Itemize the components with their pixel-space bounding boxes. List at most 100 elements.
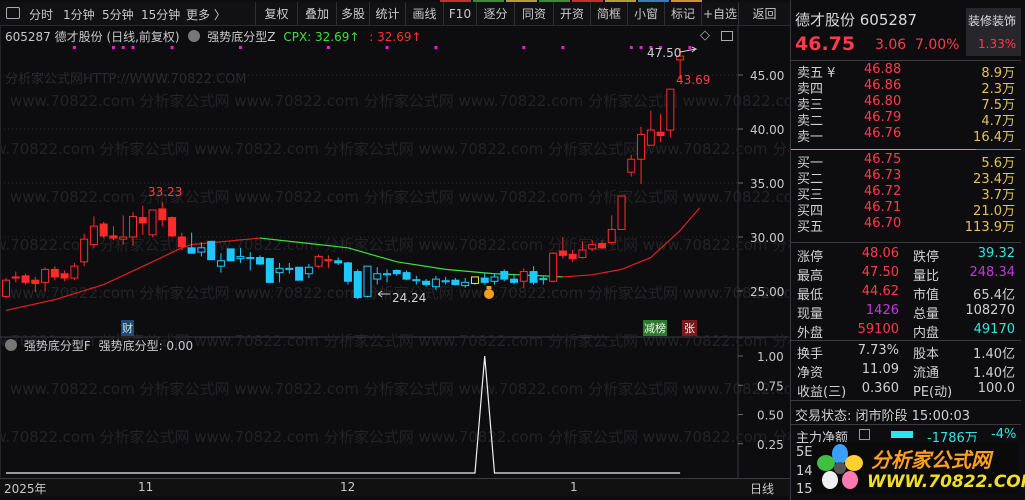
candle <box>314 254 323 269</box>
ask-row[interactable]: 卖一 46.76 16.4万 <box>791 126 1021 145</box>
badge-list[interactable]: 减榜 <box>643 320 667 336</box>
candle-body <box>2 279 10 297</box>
signal-marker <box>434 46 438 49</box>
money-bag-icon <box>484 289 494 299</box>
toolbar-button[interactable]: 多股 <box>336 2 369 26</box>
watermark: 分析家公式网HTTP://WWW.70822.COM <box>5 72 247 87</box>
badge-rise[interactable]: 张 <box>682 320 697 336</box>
candle-body <box>138 217 147 224</box>
indicator-toggle-icon[interactable] <box>5 339 17 351</box>
stat-value: 59100 <box>857 322 899 337</box>
toolbar-button[interactable]: 统计 <box>369 2 405 26</box>
price-axis-label: 45.00 <box>750 69 784 83</box>
date-label: 2025年 <box>4 482 47 496</box>
candle-body <box>334 260 343 264</box>
candle <box>480 272 489 285</box>
stat-value: 49170 <box>973 322 1015 337</box>
indicator-axis-label: 0.25 <box>757 438 784 452</box>
candle <box>666 88 675 138</box>
tab-more[interactable]: 更多 〉 <box>186 6 226 23</box>
candle-body <box>148 209 157 236</box>
candle <box>490 273 499 285</box>
toolbar-button[interactable]: 返回 <box>738 2 790 26</box>
stock-title: 605287 德才股份 (日线,前复权) <box>5 30 180 44</box>
candle-body <box>256 257 265 265</box>
candle <box>50 266 59 281</box>
price-axis-label: 40.00 <box>750 123 784 137</box>
candle-body <box>607 228 616 243</box>
candle-body <box>480 277 489 283</box>
stat-label: 流通 <box>913 366 940 381</box>
indicator-panel-value: 强势底分型: 0.00 <box>98 339 194 353</box>
toolbar-button[interactable]: 同资 <box>514 2 553 26</box>
sector-name: 装修装饰 <box>968 14 1017 28</box>
stat-value: 11.09 <box>861 362 899 377</box>
toolbar-button[interactable]: 逐分 <box>476 2 514 26</box>
candle-body <box>519 271 528 282</box>
candle-body <box>304 266 313 275</box>
candle-body <box>490 276 499 282</box>
candle-body <box>41 268 50 283</box>
toolbar-button[interactable]: 画线 <box>405 2 443 26</box>
candle <box>324 255 333 269</box>
signal-marker <box>326 46 330 49</box>
flower-logo-icon <box>817 444 863 489</box>
candle-body <box>236 255 245 260</box>
panel-icon[interactable] <box>721 31 733 41</box>
logo-url: WWW.70822.COM <box>867 472 1025 492</box>
tab-1min[interactable]: 1分钟 <box>63 6 95 23</box>
badge-finance[interactable]: 财 <box>121 320 134 336</box>
toolbar-button[interactable]: 开资 <box>553 2 590 26</box>
tab-5min[interactable]: 5分钟 <box>102 6 134 23</box>
period-button[interactable]: 日线 <box>750 480 774 497</box>
sidebar-toggle-icon[interactable] <box>6 7 20 19</box>
toolbar-button[interactable]: F10 <box>443 2 476 26</box>
stat-label: 净资 <box>797 366 824 381</box>
price-annotation: 43.69 <box>676 73 710 87</box>
diamond-icon[interactable]: ◇ <box>700 28 710 43</box>
cpx-value: : 32.69↑ <box>369 30 422 44</box>
candle-body <box>373 273 382 280</box>
stat-label: 外盘 <box>797 326 824 341</box>
toolbar-button[interactable]: 小窗 <box>627 2 664 26</box>
candle <box>168 216 177 237</box>
toolbar-button[interactable]: 叠加 <box>297 2 336 26</box>
bid-row[interactable]: 买五 46.70 113.9万 <box>791 216 1021 235</box>
stat-label: 股本 <box>913 347 940 362</box>
toolbar-button[interactable]: +自选 <box>701 2 738 26</box>
candle <box>246 252 255 271</box>
list-icon[interactable] <box>859 429 870 440</box>
kline-chart[interactable]: www.70822.com 分析家公式网 www.70822.com 分析家公式… <box>0 26 790 500</box>
candle-body <box>666 88 675 131</box>
candle-body <box>461 281 470 287</box>
candle-body <box>431 278 440 288</box>
indicator-toggle-icon[interactable] <box>188 30 201 42</box>
candle <box>226 248 235 262</box>
sector-badge[interactable]: 装修装饰 1.33% <box>966 8 1021 56</box>
tab-fenshi[interactable]: 分时 <box>29 6 53 23</box>
toolbar-button[interactable]: 标记 <box>664 2 701 26</box>
candle-body <box>109 235 118 239</box>
stat-label: 内盘 <box>913 326 940 341</box>
toolbar-button[interactable]: 复权 <box>255 2 297 26</box>
candle <box>451 278 460 286</box>
toolbar-button[interactable]: 简框 <box>590 2 627 26</box>
candle <box>627 154 636 177</box>
candle-body <box>383 273 392 276</box>
stat-label: 最高 <box>797 269 824 284</box>
indicator-name[interactable]: 强势底分型Z <box>207 30 275 44</box>
level-price: 46.79 <box>864 110 902 125</box>
flow-row: 5E <box>796 445 813 460</box>
candle <box>363 265 372 298</box>
candle <box>343 261 352 285</box>
candle-body <box>89 225 98 246</box>
ma-line-segment <box>679 207 701 231</box>
candle <box>637 126 646 185</box>
candle-body <box>129 215 138 238</box>
candle <box>109 226 118 241</box>
indicator-panel-name[interactable]: 强势底分型F <box>24 339 91 353</box>
price-annotation: 33.23 <box>148 185 182 199</box>
signal-marker <box>238 46 242 49</box>
price-axis-label: 25.00 <box>750 285 784 299</box>
tab-15min[interactable]: 15分钟 <box>141 6 180 23</box>
